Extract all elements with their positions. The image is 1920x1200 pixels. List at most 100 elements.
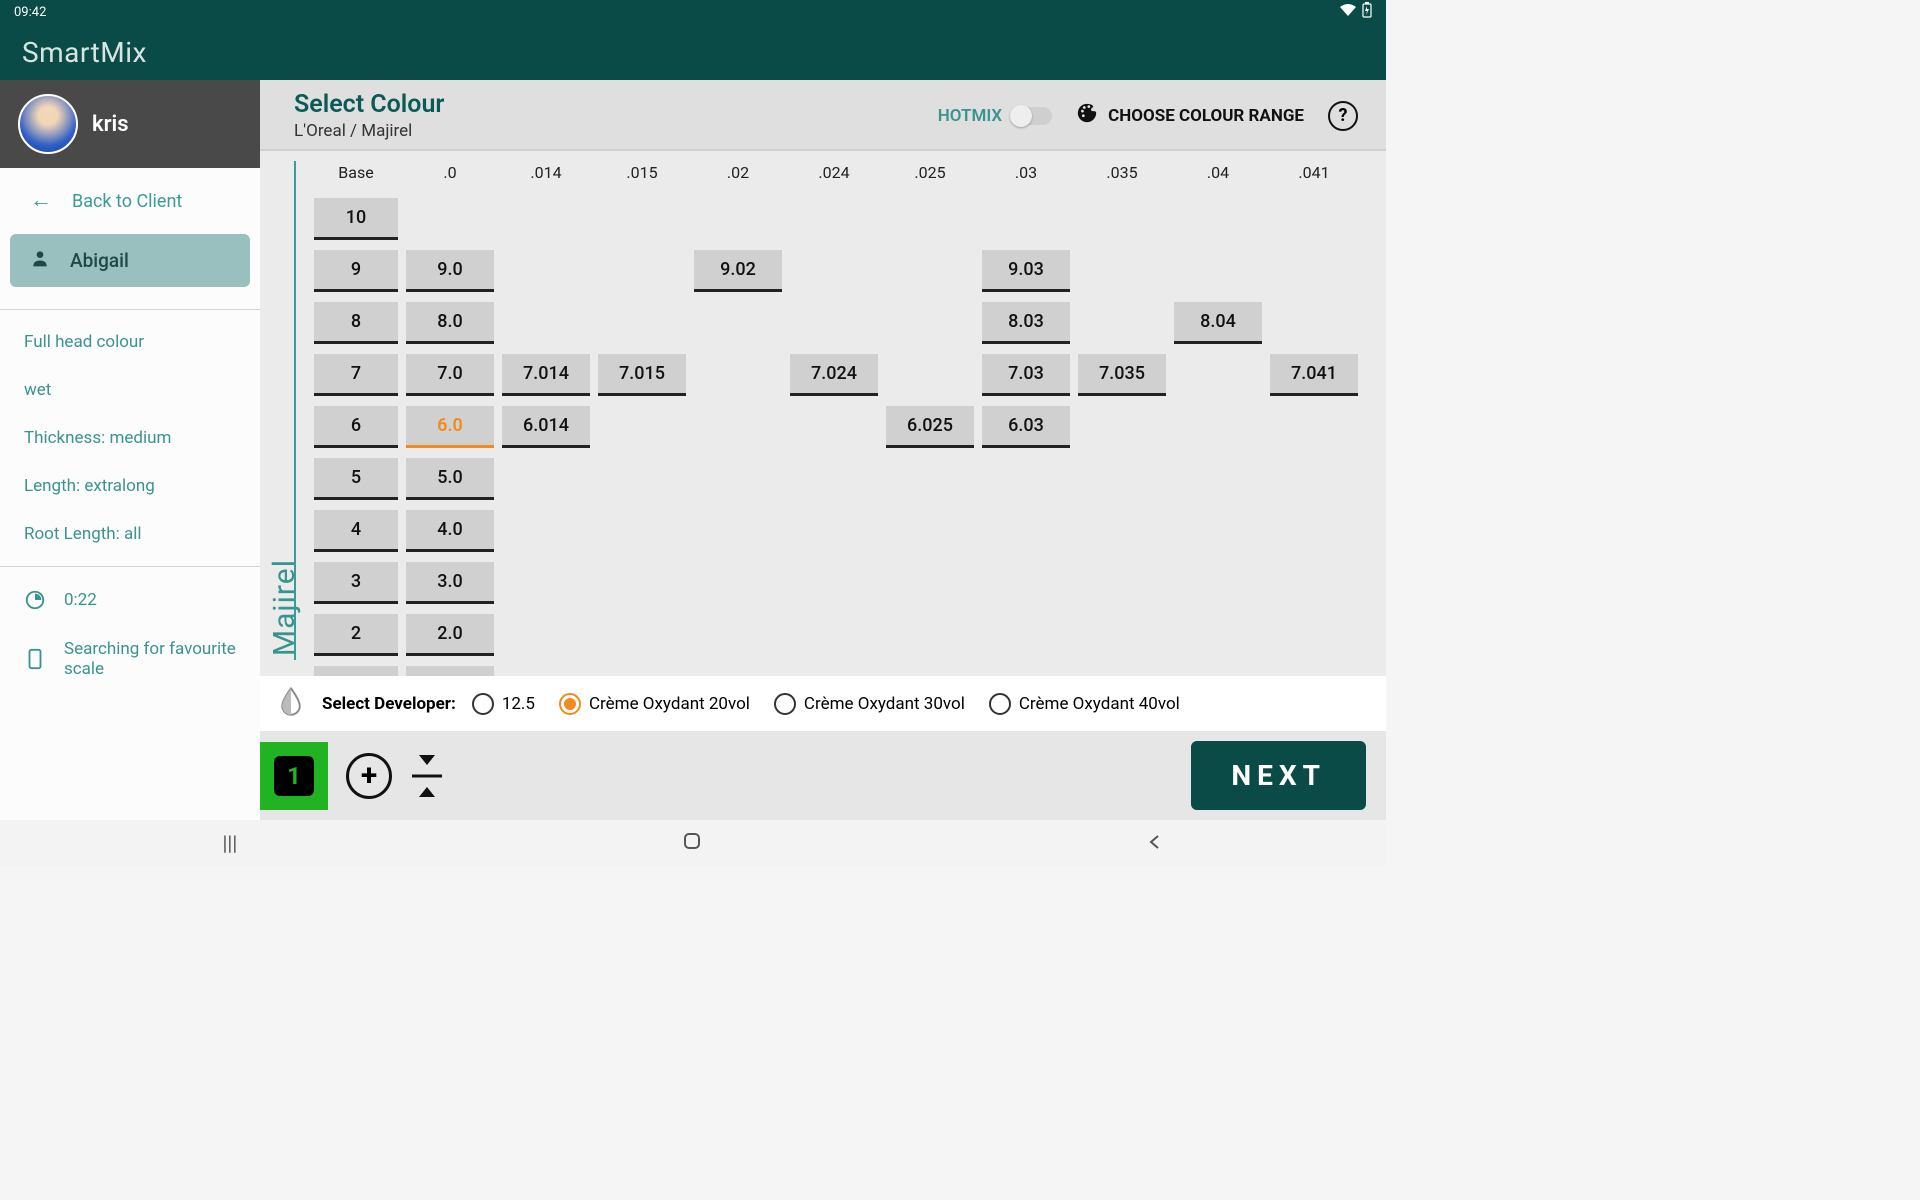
base-level-button[interactable]: 3	[314, 562, 398, 604]
base-level-button[interactable]: 10	[314, 198, 398, 240]
empty-cell	[886, 458, 974, 500]
empty-cell	[790, 562, 878, 604]
empty-cell	[886, 510, 974, 552]
developer-option[interactable]: 12.5	[472, 693, 535, 715]
base-level-button[interactable]: 5	[314, 458, 398, 500]
column-header: .02	[690, 157, 786, 188]
empty-cell	[790, 666, 878, 676]
arrow-left-icon: ←	[30, 190, 52, 212]
vertical-center-icon[interactable]	[410, 753, 444, 799]
colour-button[interactable]: 7.041	[1270, 354, 1358, 396]
empty-cell	[694, 302, 782, 344]
help-button[interactable]: ?	[1328, 101, 1358, 131]
empty-cell	[598, 614, 686, 656]
radio-icon	[989, 693, 1011, 715]
choose-colour-range-button[interactable]: CHOOSE COLOUR RANGE	[1076, 102, 1304, 129]
colour-button[interactable]: 8.03	[982, 302, 1070, 344]
colour-button[interactable]: 2.0	[406, 614, 494, 656]
colour-grid: Base.0.014.015.02.024.025.03.035.04.041 …	[308, 151, 1386, 676]
colour-button[interactable]: 8.0	[406, 302, 494, 344]
empty-cell	[1270, 406, 1358, 448]
developer-option-label: Crème Oxydant 20vol	[589, 694, 750, 714]
client-pill[interactable]: Abigail	[10, 234, 250, 287]
recent-apps-icon[interactable]: |||	[223, 831, 238, 855]
empty-cell	[1270, 302, 1358, 344]
empty-cell	[502, 458, 590, 500]
empty-cell	[982, 666, 1070, 676]
base-level-button[interactable]: 4	[314, 510, 398, 552]
scale-status-row: Searching for favourite scale	[0, 625, 260, 693]
colour-button[interactable]: 7.035	[1078, 354, 1166, 396]
hotmix-label: HOTMIX	[938, 106, 1002, 126]
empty-cell	[598, 302, 686, 344]
colour-button[interactable]: 3.0	[406, 562, 494, 604]
empty-cell	[790, 302, 878, 344]
side-info-length: Length: extralong	[0, 462, 260, 510]
user-row[interactable]: kris	[0, 80, 260, 168]
add-button[interactable]: +	[346, 753, 392, 799]
step-indicator[interactable]: 1	[260, 742, 328, 810]
column-header: .04	[1170, 157, 1266, 188]
empty-cell	[1174, 562, 1262, 604]
developer-option[interactable]: Crème Oxydant 40vol	[989, 693, 1180, 715]
empty-cell	[502, 250, 590, 292]
side-info-thickness: Thickness: medium	[0, 414, 260, 462]
colour-button[interactable]: 9.02	[694, 250, 782, 292]
empty-cell	[1174, 250, 1262, 292]
empty-cell	[1078, 614, 1166, 656]
empty-cell	[694, 354, 782, 396]
colour-button[interactable]: 8.04	[1174, 302, 1262, 344]
colour-button[interactable]: 6.0	[406, 406, 494, 448]
step-number: 1	[274, 756, 314, 796]
column-header: .015	[594, 157, 690, 188]
sidebar: kris ← Back to Client Abigail Full head …	[0, 80, 260, 820]
base-level-button[interactable]: 9	[314, 250, 398, 292]
empty-cell	[1270, 562, 1358, 604]
home-icon[interactable]	[682, 831, 702, 856]
back-nav-icon[interactable]	[1147, 831, 1163, 855]
colour-button[interactable]: 7.024	[790, 354, 878, 396]
colour-button[interactable]: 9.03	[982, 250, 1070, 292]
empty-cell	[694, 458, 782, 500]
developer-option[interactable]: Crème Oxydant 30vol	[774, 693, 965, 715]
toggle-switch[interactable]	[1012, 107, 1052, 125]
developer-label: Select Developer:	[322, 694, 456, 714]
base-level-button[interactable]: 2	[314, 614, 398, 656]
empty-cell	[982, 458, 1070, 500]
empty-cell	[886, 562, 974, 604]
colour-button[interactable]: 7.015	[598, 354, 686, 396]
colour-button[interactable]: 5.0	[406, 458, 494, 500]
base-level-button[interactable]: 7	[314, 354, 398, 396]
divider	[0, 309, 260, 310]
colour-button[interactable]: 7.03	[982, 354, 1070, 396]
empty-cell	[502, 666, 590, 676]
colour-button[interactable]: 6.025	[886, 406, 974, 448]
choose-range-label: CHOOSE COLOUR RANGE	[1108, 106, 1304, 126]
base-level-button[interactable]: 1	[314, 666, 398, 676]
empty-cell	[694, 198, 782, 240]
back-to-client-link[interactable]: ← Back to Client	[0, 168, 260, 228]
base-level-button[interactable]: 8	[314, 302, 398, 344]
colour-button[interactable]: 1.0	[406, 666, 494, 676]
empty-cell	[598, 198, 686, 240]
base-level-button[interactable]: 6	[314, 406, 398, 448]
empty-cell	[406, 198, 494, 240]
developer-option[interactable]: Crème Oxydant 20vol	[559, 693, 750, 715]
timer-icon	[24, 589, 46, 611]
main-header: Select Colour L'Oreal / Majirel HOTMIX C…	[260, 80, 1386, 151]
y-axis-label: Majirel	[260, 151, 308, 676]
colour-button[interactable]: 4.0	[406, 510, 494, 552]
colour-button[interactable]: 6.03	[982, 406, 1070, 448]
side-info-wet: wet	[0, 366, 260, 414]
empty-cell	[790, 250, 878, 292]
colour-button[interactable]: 9.0	[406, 250, 494, 292]
divider	[0, 566, 260, 567]
empty-cell	[502, 562, 590, 604]
battery-charging-icon	[1362, 2, 1372, 22]
colour-button[interactable]: 7.0	[406, 354, 494, 396]
colour-button[interactable]: 6.014	[502, 406, 590, 448]
scale-status-text: Searching for favourite scale	[64, 639, 236, 679]
next-button[interactable]: NEXT	[1191, 741, 1366, 810]
hotmix-toggle[interactable]: HOTMIX	[938, 106, 1052, 126]
colour-button[interactable]: 7.014	[502, 354, 590, 396]
